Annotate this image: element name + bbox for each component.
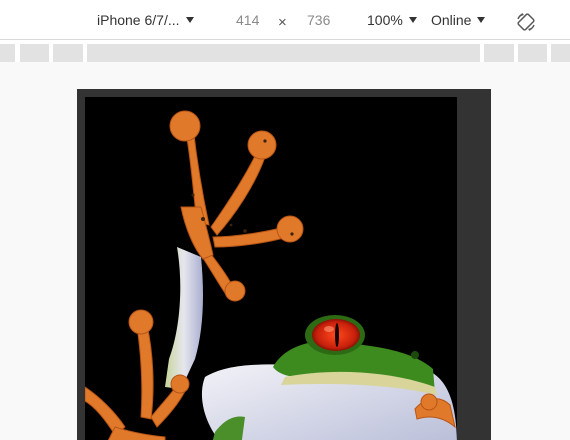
rotate-button[interactable] [515,11,537,33]
frog-photo [85,97,457,440]
media-query-bar [0,39,570,63]
throttling-select-label: Online [431,12,472,28]
viewport-height-input[interactable]: 736 [307,10,330,30]
dimension-separator: × [278,14,287,31]
devtools-device-mode: iPhone 6/7/... 414 × 736 100% Online [0,0,570,440]
device-select-label: iPhone 6/7/... [97,12,180,28]
media-query-segment[interactable] [20,44,49,62]
device-toolbar: iPhone 6/7/... 414 × 736 100% Online [0,0,570,34]
zoom-select-label: 100% [367,12,403,28]
media-query-segment[interactable] [518,44,547,62]
media-query-segment[interactable] [87,44,480,62]
chevron-down-icon [408,17,417,23]
device-select[interactable]: iPhone 6/7/... [97,10,194,30]
emulated-page[interactable] [85,97,457,440]
media-query-segment[interactable] [53,44,83,62]
media-query-segment[interactable] [0,44,15,62]
chevron-down-icon [477,17,486,23]
rotate-icon [517,13,535,31]
media-query-segment[interactable] [551,44,570,62]
media-query-segment[interactable] [484,44,514,62]
frog-eye [305,315,365,355]
viewport-width-input[interactable]: 414 [236,10,259,30]
throttling-select[interactable]: Online [431,10,486,30]
zoom-select[interactable]: 100% [367,10,417,30]
chevron-down-icon [185,17,194,23]
